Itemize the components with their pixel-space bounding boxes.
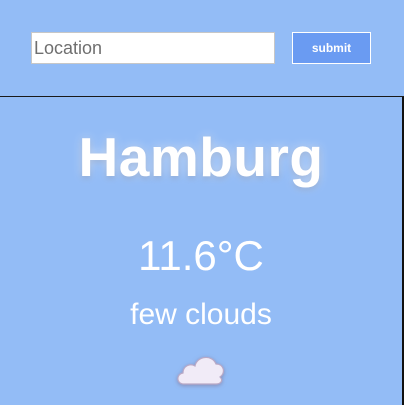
submit-button[interactable]: submit [292,32,371,64]
temperature: 11.6°C [138,232,264,279]
location-input[interactable] [31,32,275,64]
city-name: Hamburg [78,126,324,188]
search-bar: submit [0,0,404,97]
cloud-icon [170,346,230,390]
weather-description: few clouds [130,298,272,331]
